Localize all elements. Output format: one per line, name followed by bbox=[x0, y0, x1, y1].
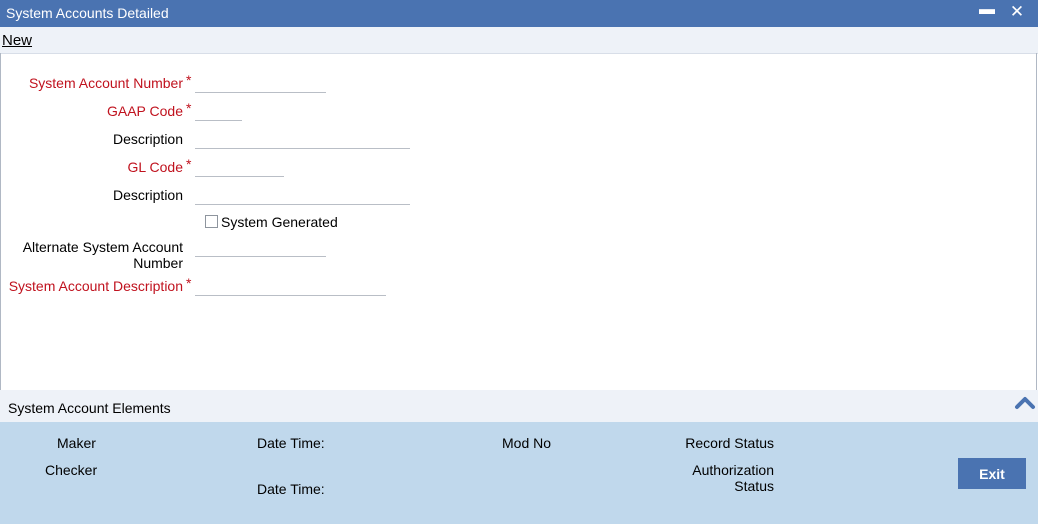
system-account-elements-section[interactable]: System Account Elements bbox=[0, 390, 1038, 422]
chevron-up-icon[interactable] bbox=[1014, 392, 1036, 414]
window-titlebar: System Accounts Detailed ▬ ✕ bbox=[0, 0, 1038, 27]
exit-button[interactable]: Exit bbox=[958, 458, 1026, 489]
new-link[interactable]: New bbox=[2, 32, 32, 49]
system-generated-label: System Generated bbox=[221, 214, 338, 230]
maker-date-time-label: Date Time: bbox=[257, 435, 325, 451]
gl-description-input[interactable] bbox=[195, 186, 410, 205]
alternate-system-account-number-label-line1: Alternate System Account bbox=[22, 239, 183, 255]
system-account-description-input[interactable] bbox=[195, 277, 386, 296]
record-status-label: Record Status bbox=[685, 435, 774, 451]
checker-date-time-label: Date Time: bbox=[257, 481, 325, 497]
system-account-description-label: System Account Description bbox=[8, 278, 183, 294]
checker-label: Checker bbox=[45, 462, 98, 478]
system-generated-checkbox[interactable] bbox=[205, 215, 218, 228]
system-account-elements-label: System Account Elements bbox=[8, 400, 171, 416]
alternate-system-account-number-label-line2: Number bbox=[133, 255, 183, 271]
maker-label: Maker bbox=[57, 435, 96, 451]
required-marker: * bbox=[186, 72, 192, 88]
minimize-icon[interactable]: ▬ bbox=[978, 1, 996, 21]
window-title: System Accounts Detailed bbox=[6, 5, 169, 21]
gaap-description-input[interactable] bbox=[195, 130, 410, 149]
description-label: Description bbox=[112, 187, 183, 203]
authorization-status-label-line2: Status bbox=[734, 478, 774, 494]
authorization-status-label-line1: Authorization bbox=[692, 462, 774, 478]
close-icon[interactable]: ✕ bbox=[1008, 2, 1026, 22]
gaap-code-input[interactable] bbox=[195, 102, 242, 121]
menu-bar: New bbox=[0, 27, 1038, 54]
system-account-number-label: System Account Number bbox=[28, 75, 183, 91]
gl-code-label: GL Code bbox=[127, 159, 183, 175]
system-account-number-input[interactable] bbox=[195, 74, 326, 93]
required-marker: * bbox=[186, 156, 192, 172]
required-marker: * bbox=[186, 275, 192, 291]
description-label: Description bbox=[112, 131, 183, 147]
gaap-code-label: GAAP Code bbox=[106, 103, 183, 119]
audit-footer: Maker Checker Date Time: Date Time: Mod … bbox=[0, 422, 1038, 524]
gl-code-input[interactable] bbox=[195, 158, 284, 177]
mod-no-label: Mod No bbox=[502, 435, 552, 451]
alternate-system-account-number-input[interactable] bbox=[195, 238, 326, 257]
required-marker: * bbox=[186, 100, 192, 116]
